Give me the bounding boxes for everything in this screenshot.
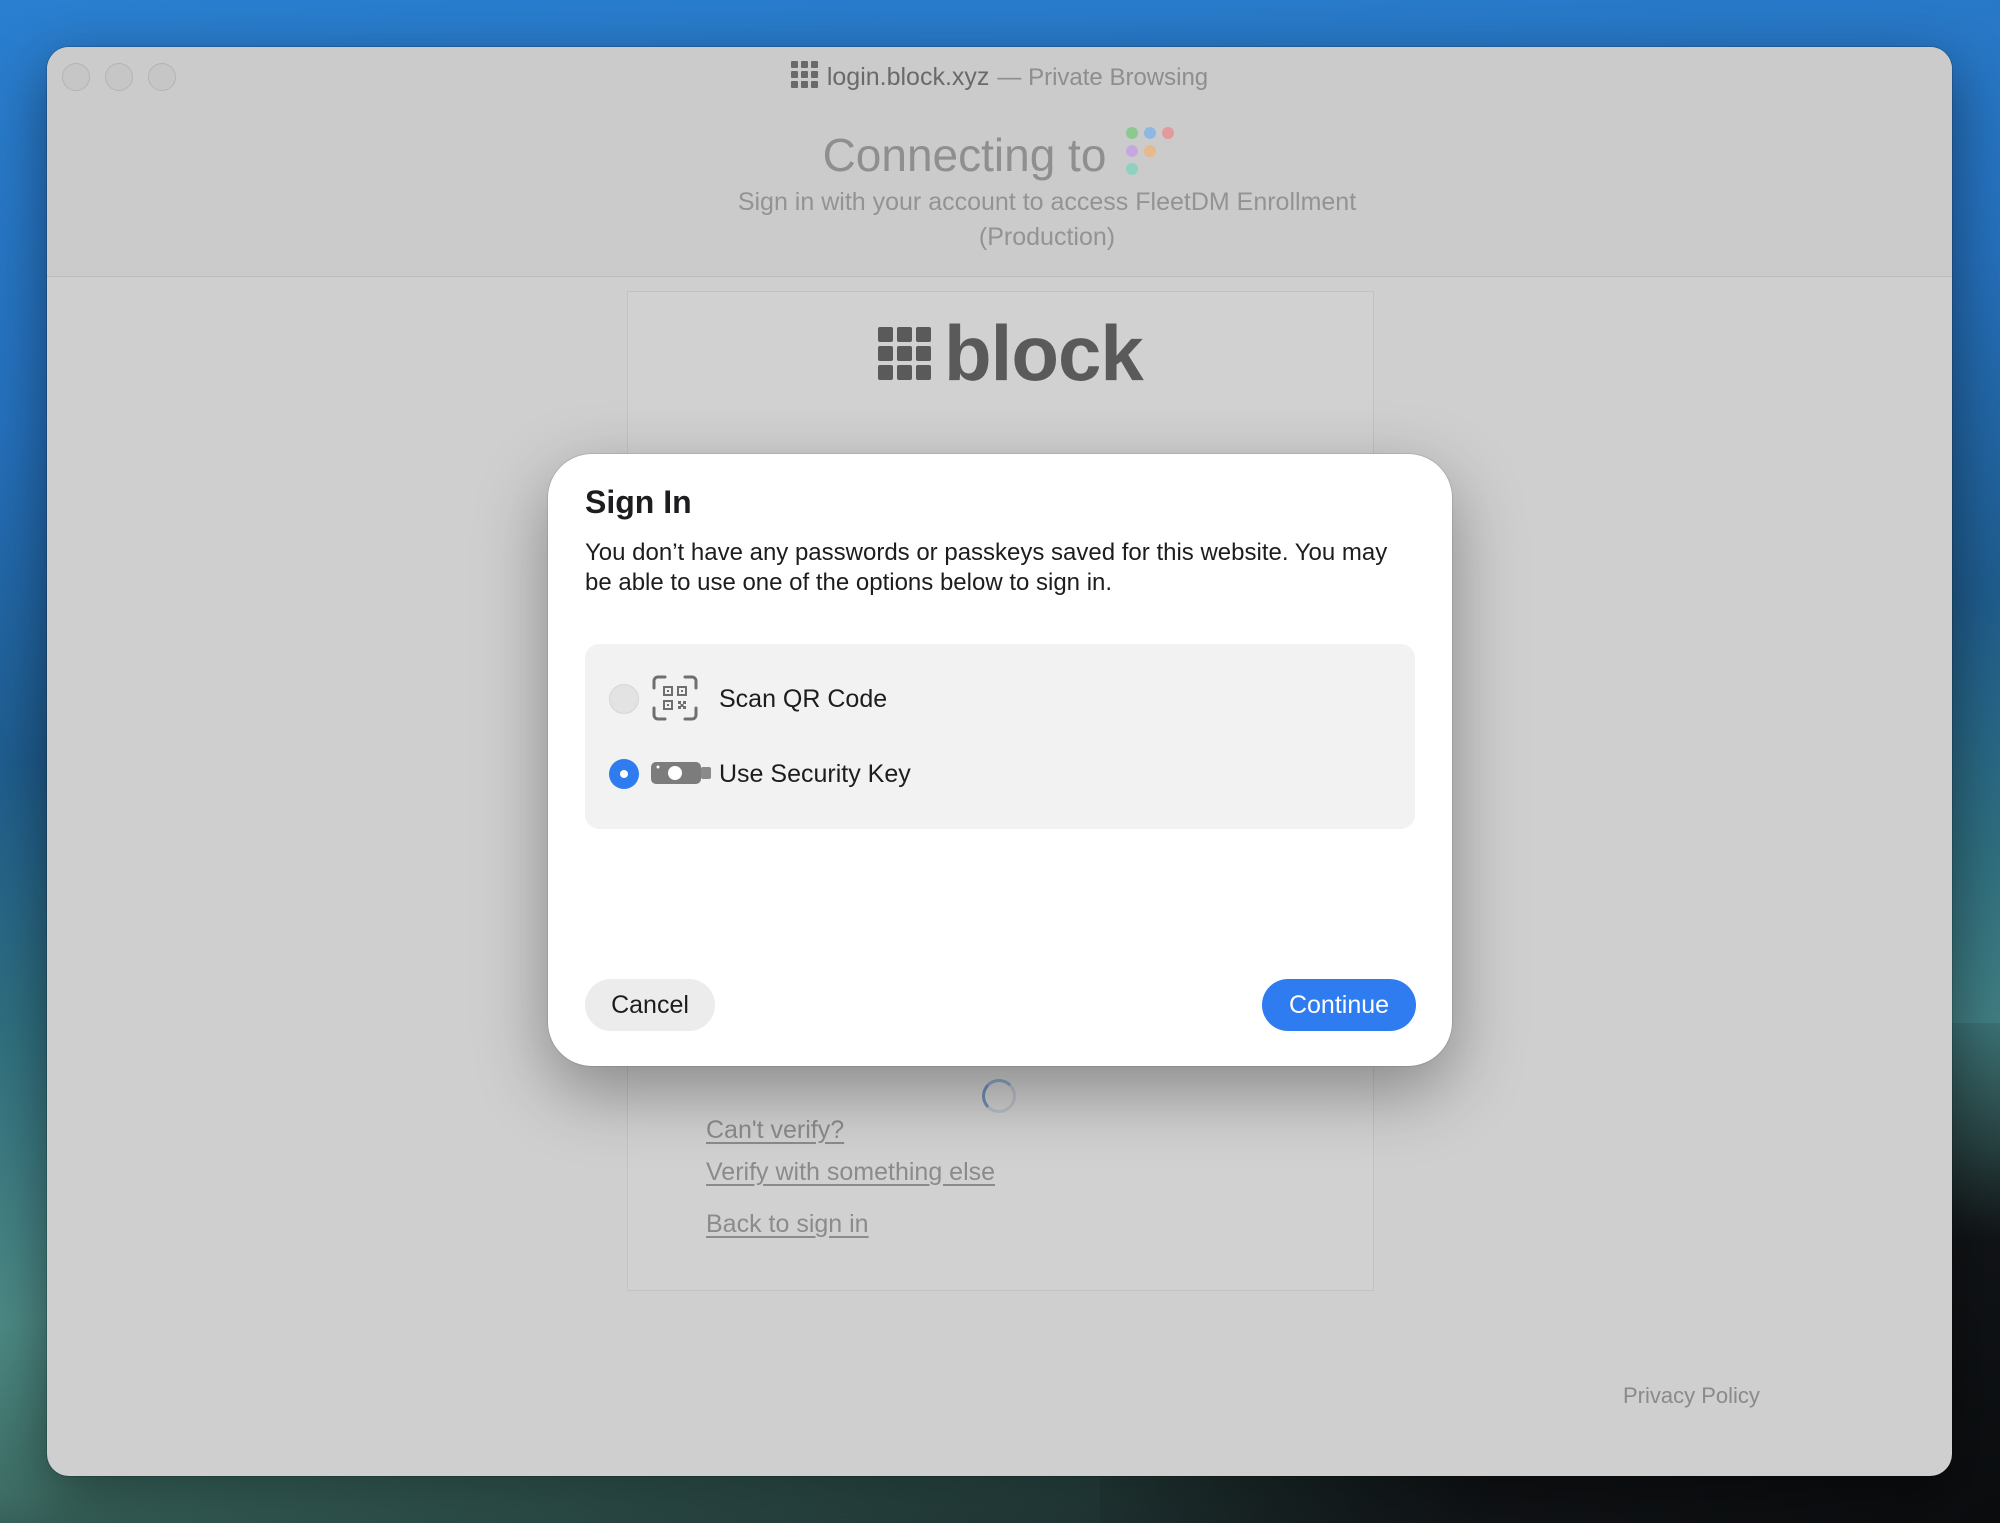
sign-in-dialog: Sign In You don’t have any passwords or … xyxy=(548,454,1452,1066)
connecting-heading: Connecting to xyxy=(47,125,1952,188)
option-use-security-key[interactable]: Use Security Key xyxy=(585,744,1415,804)
window-title: login.block.xyz — Private Browsing xyxy=(47,61,1952,96)
connecting-subtitle: Sign in with your account to access Flee… xyxy=(737,188,1357,251)
security-key-radio[interactable] xyxy=(609,759,639,789)
block-logo: block xyxy=(878,308,1144,397)
sign-in-options: Scan QR Code Use Security Key xyxy=(585,644,1415,829)
app-dot xyxy=(1144,127,1157,139)
block-wordmark: block xyxy=(944,309,1144,397)
app-dot xyxy=(1126,163,1139,175)
app-dot xyxy=(1126,145,1139,157)
private-browsing-label: — Private Browsing xyxy=(997,64,1209,91)
qr-code-radio[interactable] xyxy=(609,684,639,714)
verify-something-else-link[interactable]: Verify with something else xyxy=(706,1158,995,1187)
dialog-title: Sign In xyxy=(585,484,692,520)
title-bar: login.block.xyz — Private Browsing Connec… xyxy=(47,47,1952,277)
cant-verify-link[interactable]: Can't verify? xyxy=(706,1116,844,1145)
app-dot xyxy=(1126,127,1139,139)
window-domain: login.block.xyz xyxy=(826,63,990,91)
loading-spinner xyxy=(982,1079,1016,1113)
app-dot xyxy=(1144,145,1157,157)
dialog-message: You don’t have any passwords or passkeys… xyxy=(585,539,1388,596)
back-to-sign-in-link[interactable]: Back to sign in xyxy=(706,1210,869,1239)
block-grid-icon xyxy=(790,61,819,96)
security-key-label: Use Security Key xyxy=(719,760,911,788)
security-key-icon xyxy=(651,749,713,802)
cancel-button[interactable]: Cancel xyxy=(585,979,715,1031)
app-dots-icon xyxy=(1124,125,1176,188)
connecting-text: Connecting to xyxy=(822,129,1107,181)
continue-button[interactable]: Continue xyxy=(1262,979,1416,1031)
option-scan-qr-code[interactable]: Scan QR Code xyxy=(585,669,1415,729)
qr-code-icon xyxy=(651,674,699,727)
qr-code-label: Scan QR Code xyxy=(719,685,888,713)
block-logo-grid-icon xyxy=(878,326,931,380)
privacy-policy-link[interactable]: Privacy Policy xyxy=(1623,1383,1760,1409)
app-dot xyxy=(1162,127,1175,139)
